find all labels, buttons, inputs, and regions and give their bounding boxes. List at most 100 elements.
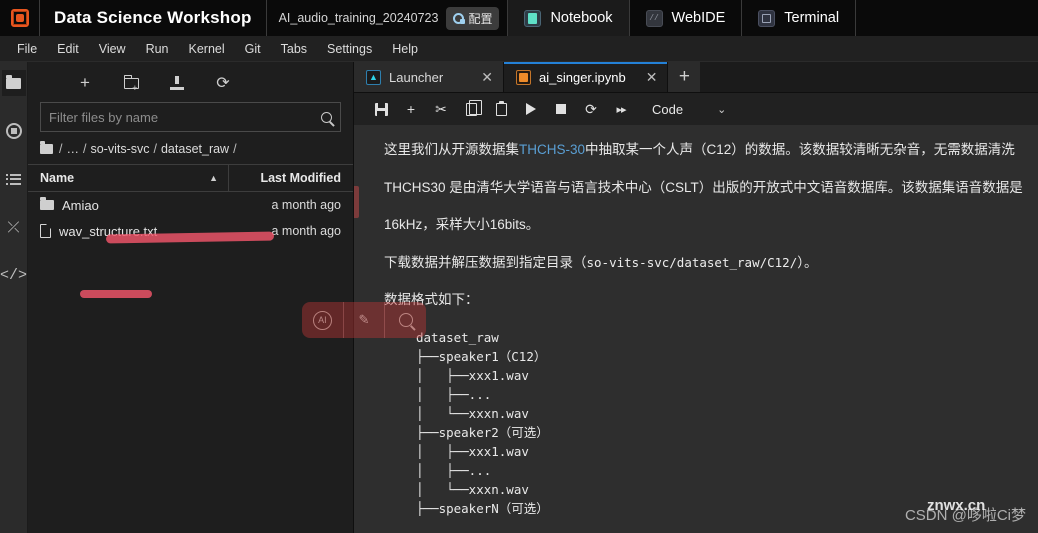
search-input[interactable] [49, 109, 321, 125]
config-button[interactable]: 配置 [446, 6, 500, 30]
tab-launcher[interactable]: Launcher ✕ [354, 62, 504, 92]
menu-git[interactable]: Git [236, 39, 270, 59]
ai-assist-button[interactable]: AI [302, 302, 344, 338]
stop-icon [556, 104, 566, 114]
menu-view[interactable]: View [90, 39, 135, 59]
run-cell-button[interactable] [516, 97, 546, 121]
code-brackets-icon: </> [0, 266, 28, 284]
top-tab-terminal[interactable]: Terminal [742, 0, 857, 36]
save-button[interactable] [366, 97, 396, 121]
cell-active-marker [354, 186, 359, 218]
file-name-label: wav_structure.txt [59, 223, 158, 239]
sort-ascending-icon: ▲ [209, 173, 218, 183]
launcher-icon [366, 69, 381, 85]
search-icon [398, 313, 413, 327]
sidebar-item-extensions[interactable]: </> [0, 262, 28, 288]
top-tab-webide[interactable]: WebIDE [630, 0, 743, 36]
file-browser-toolbar: + ⟳ [28, 62, 353, 102]
breadcrumb: / … / so-vits-svc / dataset_raw / [28, 132, 353, 164]
new-tab-button[interactable]: + [668, 62, 701, 92]
column-header-name-label: Name [40, 171, 75, 185]
workspace: ⤫ </> + ⟳ / … / so-vits-svc / [0, 62, 1038, 533]
inline-code-path: so-vits-svc/dataset_raw/C12/ [586, 254, 798, 270]
top-tab-notebook[interactable]: Notebook [508, 0, 630, 36]
filter-files-field[interactable] [40, 102, 341, 132]
tab-launcher-label: Launcher [389, 69, 444, 85]
session-name: AI_audio_training_20240723 [278, 11, 439, 25]
terminal-icon [758, 9, 776, 27]
paragraph-4-text-a: 下载数据并解压数据到指定目录（ [384, 254, 587, 270]
restart-run-all-button[interactable]: ▸▸ [606, 97, 636, 121]
folder-icon [40, 197, 54, 210]
paste-cells-button[interactable] [486, 97, 516, 121]
app-logo-icon [10, 9, 29, 27]
close-icon[interactable]: ✕ [469, 70, 493, 84]
app-logo [0, 0, 40, 36]
menu-run[interactable]: Run [137, 39, 178, 59]
column-header-name[interactable]: Name ▲ [40, 165, 229, 191]
menu-help[interactable]: Help [383, 39, 427, 59]
sidebar-item-git[interactable]: ⤫ [2, 214, 26, 240]
new-launcher-button[interactable]: + [76, 73, 94, 92]
paste-icon [495, 100, 507, 116]
new-folder-button[interactable] [122, 74, 140, 92]
breadcrumb-sep-0: / [59, 142, 63, 156]
top-tab-notebook-label: Notebook [550, 10, 613, 26]
new-folder-icon [123, 74, 139, 92]
paragraph-1-text-b: 中抽取某一个人声（C12）的数据。该数据较清晰无杂音，无需数据清洗 [585, 142, 1015, 157]
menu-edit[interactable]: Edit [48, 39, 88, 59]
paragraph-4-text-b: ）。 [797, 254, 818, 270]
copy-icon [465, 100, 482, 116]
paragraph-5: 数据格式如下： [384, 292, 479, 308]
copy-cells-button[interactable] [456, 97, 486, 121]
breadcrumb-ellipsis[interactable]: … [66, 142, 79, 156]
paragraph-4: 下载数据并解压数据到指定目录（so-vits-svc/dataset_raw/C… [384, 253, 1024, 273]
notebook-file-icon [516, 69, 531, 85]
breadcrumb-so-vits-svc[interactable]: so-vits-svc [90, 142, 149, 156]
ai-edit-button[interactable]: ✎ [344, 302, 386, 338]
directory-tree-block: dataset_raw ├──speaker1（C12） │ ├──xxx1.w… [416, 329, 549, 516]
restart-kernel-button[interactable]: ⟳ [576, 97, 606, 121]
title-bar: Data Science Workshop AI_audio_training_… [0, 0, 1038, 36]
insert-cell-button[interactable]: + [396, 97, 426, 121]
cell-type-select[interactable]: Code ⌄ [644, 99, 734, 120]
tab-ai-singer-ipynb[interactable]: ai_singer.ipynb ✕ [504, 62, 669, 92]
breadcrumb-dataset-raw[interactable]: dataset_raw [161, 142, 229, 156]
interrupt-kernel-button[interactable] [546, 97, 576, 121]
annotation-highlight-amiao [80, 290, 152, 298]
running-circle-icon [5, 123, 22, 139]
file-name-cell: wav_structure.txt [40, 224, 229, 239]
menu-settings[interactable]: Settings [318, 39, 381, 59]
column-header-modified[interactable]: Last Modified [229, 171, 341, 185]
refresh-button[interactable]: ⟳ [214, 74, 232, 92]
menu-kernel[interactable]: Kernel [180, 39, 234, 59]
cut-cells-button[interactable]: ✂ [426, 97, 456, 121]
sidebar-item-toc[interactable] [2, 166, 26, 192]
table-row[interactable]: Amiao a month ago [28, 192, 353, 218]
sidebar-item-running[interactable] [2, 118, 26, 144]
ai-badge-icon: AI [312, 310, 332, 330]
paragraph-3: 16kHz，采样大小16bits。 [384, 217, 540, 233]
chevron-down-icon: ⌄ [717, 103, 727, 116]
ai-search-button[interactable] [385, 302, 426, 338]
gear-icon [453, 12, 466, 24]
file-modified-cell: a month ago [271, 224, 342, 238]
upload-files-button[interactable] [168, 74, 186, 92]
ai-popup-toolbar[interactable]: AI ✎ [302, 302, 426, 338]
file-browser-panel: + ⟳ / … / so-vits-svc / dataset_raw / [28, 62, 426, 533]
activity-rail: ⤫ </> [0, 62, 28, 533]
config-label: 配置 [468, 11, 493, 26]
table-row[interactable]: wav_structure.txt a month ago [28, 218, 353, 244]
close-icon[interactable]: ✕ [634, 70, 658, 84]
menu-tabs[interactable]: Tabs [272, 39, 316, 59]
notebook-content[interactable]: 这里我们从开源数据集THCHS-30中抽取某一个人声（C12）的数据。该数据较清… [354, 126, 1038, 533]
markdown-cell[interactable]: 这里我们从开源数据集THCHS-30中抽取某一个人声（C12）的数据。该数据较清… [354, 140, 1038, 518]
thchs30-link[interactable]: THCHS-30 [519, 142, 585, 157]
menu-file[interactable]: File [8, 39, 46, 59]
notebook-tabbar-filler [700, 62, 1038, 92]
sidebar-item-file-browser[interactable] [1, 70, 26, 96]
shuffle-icon: ⤫ [7, 218, 20, 236]
file-list-header: Name ▲ Last Modified [28, 164, 353, 192]
menu-bar: File Edit View Run Kernel Git Tabs Setti… [0, 36, 1038, 62]
file-name-label: Amiao [62, 197, 99, 213]
